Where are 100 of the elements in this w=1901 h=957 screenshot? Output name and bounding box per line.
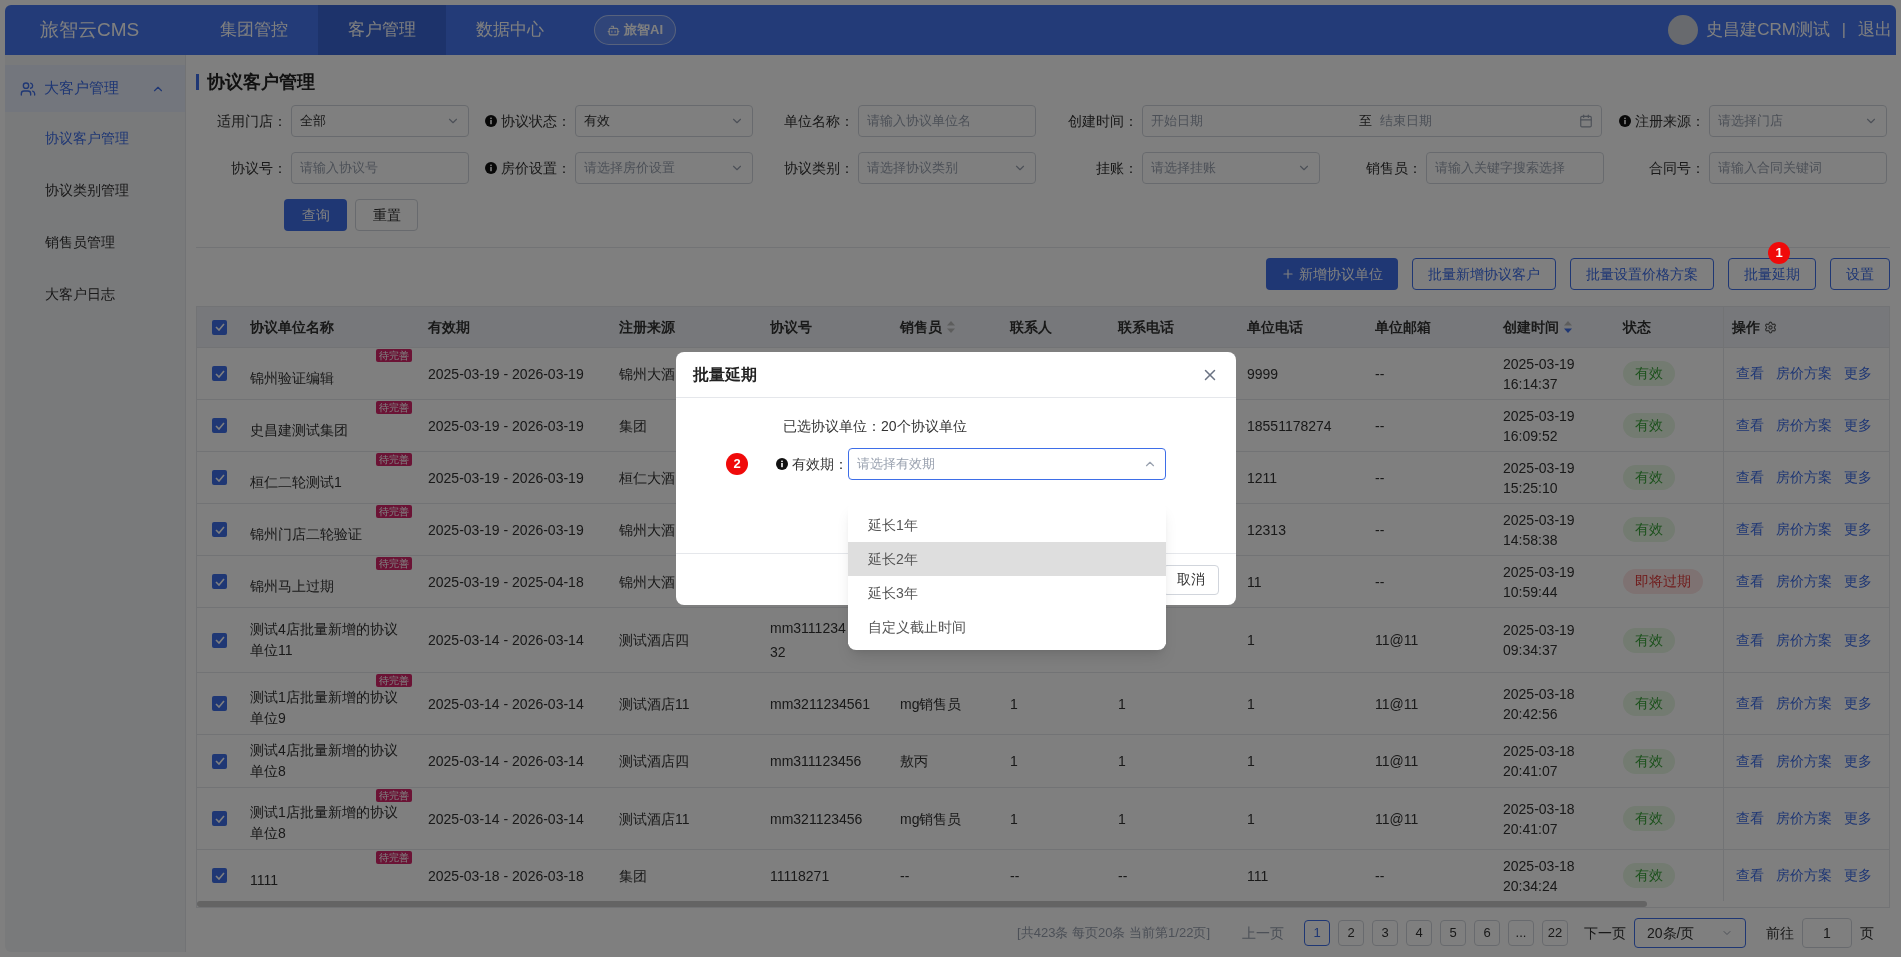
page-size-select[interactable]: 20条/页 [1634,918,1746,948]
column-header: 联系人 [1010,317,1052,337]
filter-button[interactable]: 重置 [355,199,418,231]
checkbox[interactable] [212,470,227,485]
sidebar-item[interactable]: 协议客户管理 [5,112,185,164]
action-link[interactable]: 更多 [1844,415,1872,436]
checkbox[interactable] [212,366,227,381]
nav-tab[interactable]: 客户管理 [318,5,446,55]
checkbox[interactable] [212,868,227,883]
table-cell: 2025-03-19 - 2026-03-19 [428,417,584,434]
action-link[interactable]: 房价方案 [1776,750,1832,772]
column-header: 联系电话 [1118,317,1174,337]
next-page-button[interactable]: 下一页 [1584,922,1626,944]
filter-label: 合同号： [1649,158,1706,178]
action-link[interactable]: 更多 [1844,693,1872,714]
sort-icon[interactable] [1563,320,1573,334]
page-button[interactable]: 1 [1304,920,1330,946]
nav-tab[interactable]: 集团管控 [190,5,318,55]
action-link[interactable]: 查看 [1736,865,1764,886]
checkbox[interactable] [212,418,227,433]
action-link[interactable]: 房价方案 [1776,865,1832,886]
checkbox[interactable] [212,811,227,826]
toolbar-button[interactable]: 批量延期 [1728,258,1816,290]
filter-label: 房价设置： [500,158,571,178]
logout-link[interactable]: 退出 [1858,17,1896,43]
app-logo: 旅智云CMS [39,17,141,42]
dropdown-option[interactable]: 延长1年 [848,508,1166,542]
checkbox[interactable] [212,574,227,589]
action-link[interactable]: 更多 [1844,571,1872,592]
table-cell: 11@11 [1375,810,1419,827]
created-time: 2025-03-18 20:41:07 [1503,799,1576,839]
sidebar-item[interactable]: 销售员管理 [5,216,185,268]
table-cell: mm311123456 [770,753,862,769]
nav-tab[interactable]: 数据中心 [446,5,574,55]
action-link[interactable]: 房价方案 [1776,629,1832,651]
action-link[interactable]: 查看 [1736,519,1764,540]
sort-icon[interactable] [946,320,956,334]
sidebar-group[interactable]: 大客户管理 [5,65,185,112]
checkbox[interactable] [212,696,227,711]
unit-name: 桓仁二轮测试1 [250,472,343,492]
page-button[interactable]: 6 [1474,920,1500,946]
validity-select[interactable]: 请选择有效期 [848,448,1166,480]
select-field[interactable]: 全部 [291,105,469,137]
action-link[interactable]: 更多 [1844,519,1872,540]
checkbox[interactable] [212,522,227,537]
pending-tag: 待完善 [376,789,412,802]
page-button[interactable]: 2 [1338,920,1364,946]
action-link[interactable]: 房价方案 [1776,415,1832,436]
page-button[interactable]: 5 [1440,920,1466,946]
action-link[interactable]: 房价方案 [1776,808,1832,829]
sidebar-item[interactable]: 大客户日志 [5,268,185,320]
filter-label: 挂账： [1096,158,1138,178]
action-link[interactable]: 查看 [1736,363,1764,384]
table-cell: 2025-03-14 - 2026-03-14 [428,810,584,827]
action-link[interactable]: 房价方案 [1776,571,1832,592]
column-header: 状态 [1623,317,1651,337]
action-link[interactable]: 房价方案 [1776,693,1832,714]
dropdown-option[interactable]: 延长3年 [848,576,1166,610]
toolbar-button[interactable]: 批量新增协议客户 [1412,258,1556,290]
action-link[interactable]: 查看 [1736,571,1764,592]
status-badge: 有效 [1623,465,1675,490]
sidebar-item[interactable]: 协议类别管理 [5,164,185,216]
checkbox[interactable] [212,632,227,648]
table-cell: 11@11 [1375,695,1419,712]
table-cell: 2025-03-14 - 2026-03-14 [428,632,584,648]
toolbar-button[interactable]: 新增协议单位 [1266,258,1398,290]
action-link[interactable]: 房价方案 [1776,467,1832,488]
action-link[interactable]: 更多 [1844,808,1872,829]
action-link[interactable]: 更多 [1844,467,1872,488]
action-link[interactable]: 查看 [1736,808,1764,829]
action-link[interactable]: 查看 [1736,693,1764,714]
page-button[interactable]: 4 [1406,920,1432,946]
checkbox[interactable] [212,753,227,769]
action-link[interactable]: 房价方案 [1776,519,1832,540]
separator: | [1841,20,1846,40]
action-link[interactable]: 房价方案 [1776,363,1832,384]
horizontal-scrollbar[interactable] [197,901,1647,907]
action-link[interactable]: 更多 [1844,629,1872,651]
dropdown-option[interactable]: 自定义截止时间 [848,610,1166,644]
page-button[interactable]: ... [1508,920,1534,946]
toolbar-button[interactable]: 批量设置价格方案 [1570,258,1714,290]
page-button[interactable]: 22 [1542,920,1568,946]
toolbar-button[interactable]: 设置 [1830,258,1890,290]
action-link[interactable]: 查看 [1736,750,1764,772]
checkbox[interactable] [212,319,227,335]
action-link[interactable]: 更多 [1844,363,1872,384]
settings-icon[interactable] [1764,320,1777,334]
action-link[interactable]: 查看 [1736,415,1764,436]
filter-label: 适用门店： [217,111,287,131]
select-field[interactable]: 有效 [574,105,753,137]
page-button[interactable]: 3 [1372,920,1398,946]
goto-unit: 页 [1860,923,1874,943]
dropdown-option[interactable]: 延长2年 [848,542,1166,576]
filter-button[interactable]: 查询 [284,199,347,231]
page-number-field[interactable]: 1 [1802,918,1852,948]
action-link[interactable]: 查看 [1736,467,1764,488]
pending-tag: 待完善 [376,557,412,570]
action-link[interactable]: 更多 [1844,865,1872,886]
action-link[interactable]: 查看 [1736,629,1764,651]
action-link[interactable]: 更多 [1844,750,1872,772]
